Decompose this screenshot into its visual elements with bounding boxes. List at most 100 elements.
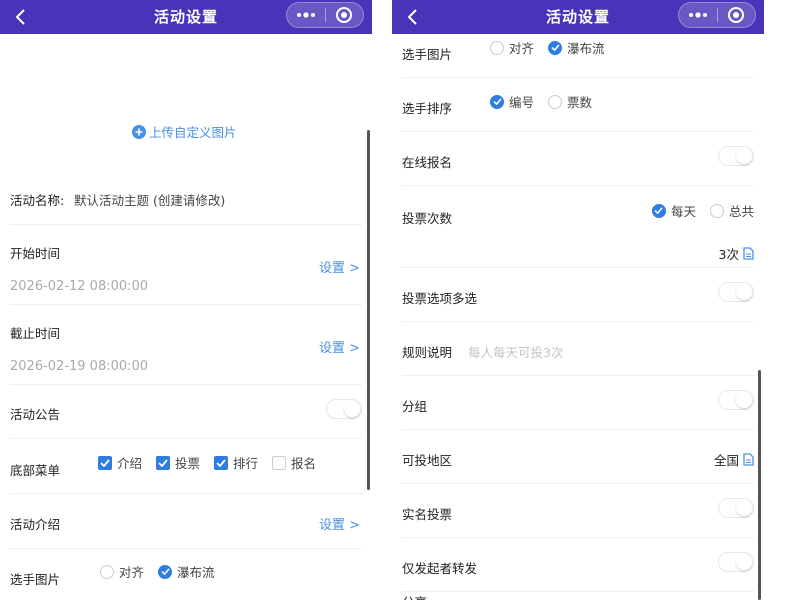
share-label: 分享 bbox=[402, 592, 427, 600]
player-image-label: 选手图片 bbox=[10, 572, 61, 587]
edit-doc-icon bbox=[743, 247, 754, 260]
sort-option-number[interactable]: 编号 bbox=[490, 92, 534, 111]
group-row: 分组 bbox=[402, 376, 754, 430]
target-close-icon bbox=[336, 7, 353, 23]
close-button[interactable] bbox=[326, 3, 364, 27]
gutter bbox=[372, 0, 392, 600]
player-image-options: 对齐 瀑布流 bbox=[490, 38, 605, 57]
start-time-value: 2026-02-12 08:00:00 bbox=[10, 279, 149, 294]
left-settings-screen: 活动设置 上传自定义图片 活动名称: 默认活动主题 (创建请修改) 开始时间 2… bbox=[0, 0, 372, 600]
radio-unchecked-icon bbox=[490, 40, 504, 55]
intro-set-button[interactable]: 设置 > bbox=[319, 514, 360, 533]
start-time-label: 开始时间 bbox=[10, 246, 61, 261]
mini-program-capsule bbox=[678, 2, 756, 28]
right-settings-screen: 活动设置 选手图片 对齐 瀑布流 选手排序 编号 票数 在线报名 投票次数 每天… bbox=[392, 0, 764, 600]
checkbox-unchecked-icon bbox=[272, 455, 287, 470]
radio-unchecked-icon bbox=[709, 203, 724, 218]
player-image-row: 选手图片 对齐 瀑布流 bbox=[402, 34, 754, 78]
settings-content: 选手图片 对齐 瀑布流 选手排序 编号 票数 在线报名 投票次数 每天 总共 3… bbox=[392, 34, 764, 600]
scrollbar[interactable] bbox=[758, 370, 761, 600]
upload-image-label: 上传自定义图片 bbox=[149, 125, 237, 140]
more-dots-icon bbox=[296, 12, 315, 18]
image-option-align[interactable]: 对齐 bbox=[100, 562, 144, 581]
votes-option-daily[interactable]: 每天 bbox=[651, 201, 696, 220]
region-value[interactable]: 全国 bbox=[714, 450, 754, 469]
edit-doc-icon bbox=[743, 453, 754, 466]
group-toggle[interactable] bbox=[718, 390, 754, 410]
online-signup-label: 在线报名 bbox=[402, 155, 453, 170]
settings-content: 上传自定义图片 活动名称: 默认活动主题 (创建请修改) 开始时间 2026-0… bbox=[0, 34, 372, 600]
nav-bar: 活动设置 bbox=[392, 0, 764, 34]
rules-row: 规则说明 每人每天可投3次 bbox=[402, 322, 754, 376]
radio-checked-icon bbox=[158, 564, 173, 579]
radio-checked-icon bbox=[651, 203, 666, 218]
scrollbar[interactable] bbox=[367, 130, 370, 490]
votes-option-total[interactable]: 总共 bbox=[709, 201, 754, 220]
more-button[interactable] bbox=[287, 3, 325, 27]
radio-checked-icon bbox=[548, 40, 563, 55]
image-option-waterfall[interactable]: 瀑布流 bbox=[158, 562, 215, 581]
close-button[interactable] bbox=[718, 3, 756, 27]
radio-checked-icon bbox=[490, 94, 504, 109]
intro-label: 活动介绍 bbox=[10, 517, 61, 532]
image-option-waterfall[interactable]: 瀑布流 bbox=[548, 38, 605, 57]
start-time-set-button[interactable]: 设置 > bbox=[319, 257, 360, 276]
sort-option-votes[interactable]: 票数 bbox=[548, 92, 592, 111]
start-time-row: 开始时间 2026-02-12 08:00:00 设置 > bbox=[10, 225, 362, 305]
realname-label: 实名投票 bbox=[402, 507, 453, 522]
checkbox-checked-icon bbox=[214, 455, 229, 470]
forward-only-row: 仅发起者转发 bbox=[402, 538, 754, 592]
rules-label: 规则说明 bbox=[402, 345, 453, 360]
end-time-set-button[interactable]: 设置 > bbox=[319, 337, 360, 356]
radio-unchecked-icon bbox=[548, 94, 563, 109]
radio-unchecked-icon bbox=[100, 564, 114, 579]
online-signup-row: 在线报名 bbox=[402, 132, 754, 186]
checkbox-checked-icon bbox=[156, 455, 171, 470]
menu-option-ranking[interactable]: 排行 bbox=[214, 453, 258, 472]
activity-name-label: 活动名称: bbox=[10, 193, 65, 208]
end-time-label: 截止时间 bbox=[10, 326, 61, 341]
player-image-label: 选手图片 bbox=[402, 47, 453, 62]
right-margin bbox=[764, 0, 800, 600]
vote-count-label: 投票次数 bbox=[402, 211, 453, 226]
multi-select-label: 投票选项多选 bbox=[402, 291, 478, 306]
region-row: 可投地区 全国 bbox=[402, 430, 754, 484]
menu-option-vote[interactable]: 投票 bbox=[156, 453, 200, 472]
image-option-align[interactable]: 对齐 bbox=[490, 38, 534, 57]
menu-option-intro[interactable]: 介绍 bbox=[98, 453, 142, 472]
target-close-icon bbox=[728, 7, 745, 23]
activity-name-value: 默认活动主题 (创建请修改) bbox=[74, 193, 226, 208]
forward-only-label: 仅发起者转发 bbox=[402, 561, 478, 576]
more-button[interactable] bbox=[679, 3, 717, 27]
bottom-menu-options: 介绍 投票 排行 报名 bbox=[98, 453, 316, 472]
notice-label: 活动公告 bbox=[10, 407, 61, 422]
checkbox-checked-icon bbox=[98, 455, 112, 470]
end-time-row: 截止时间 2026-02-19 08:00:00 设置 > bbox=[10, 305, 362, 385]
share-row: 分享 bbox=[402, 592, 754, 600]
bottom-menu-row: 底部菜单 介绍 投票 排行 报名 bbox=[10, 439, 362, 494]
bottom-menu-label: 底部菜单 bbox=[10, 463, 61, 478]
player-sort-label: 选手排序 bbox=[402, 101, 453, 116]
realname-row: 实名投票 bbox=[402, 484, 754, 538]
vote-count-value[interactable]: 3次 bbox=[719, 244, 754, 263]
group-label: 分组 bbox=[402, 399, 428, 414]
multi-select-toggle[interactable] bbox=[718, 282, 754, 302]
plus-circle-icon bbox=[132, 124, 146, 139]
realname-toggle[interactable] bbox=[718, 498, 754, 518]
end-time-value: 2026-02-19 08:00:00 bbox=[10, 359, 149, 374]
activity-name-row[interactable]: 活动名称: 默认活动主题 (创建请修改) bbox=[10, 170, 362, 225]
forward-only-toggle[interactable] bbox=[718, 552, 754, 572]
online-signup-toggle[interactable] bbox=[718, 146, 754, 166]
notice-toggle[interactable] bbox=[326, 399, 362, 419]
nav-bar: 活动设置 bbox=[0, 0, 372, 34]
player-image-options: 对齐 瀑布流 bbox=[100, 562, 215, 581]
mini-program-capsule bbox=[286, 2, 364, 28]
menu-option-signup[interactable]: 报名 bbox=[272, 453, 316, 472]
intro-row: 活动介绍 设置 > bbox=[10, 494, 362, 549]
more-dots-icon bbox=[688, 12, 707, 18]
vote-count-options: 每天 总共 bbox=[651, 201, 754, 220]
upload-image-button[interactable]: 上传自定义图片 bbox=[132, 122, 237, 141]
player-sort-options: 编号 票数 bbox=[490, 92, 592, 111]
multi-select-row: 投票选项多选 bbox=[402, 268, 754, 322]
rules-input[interactable]: 每人每天可投3次 bbox=[468, 342, 563, 361]
